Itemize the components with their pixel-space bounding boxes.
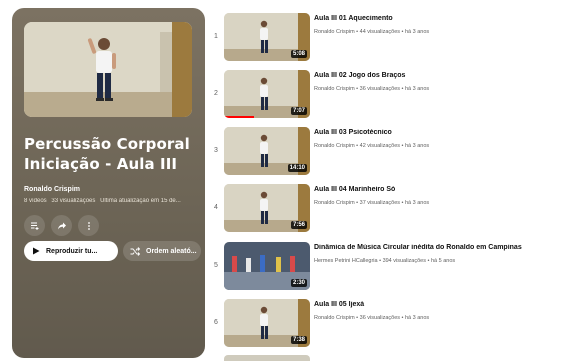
video-meta: Ronaldo Crispim37 visualizaçõeshá 3 anos	[314, 200, 562, 206]
playlist-title-line-2: Iniciação - Aula III	[24, 155, 178, 173]
video-channel[interactable]: Ronaldo Crispim	[314, 200, 355, 206]
video-duration: 7:38	[290, 336, 307, 344]
shuffle-icon	[130, 246, 141, 256]
video-channel[interactable]: Ronaldo Crispim	[314, 29, 355, 35]
video-channel[interactable]: Ronaldo Crispim	[314, 86, 355, 92]
video-duration: 7:07	[290, 107, 307, 115]
share-icon	[57, 222, 66, 229]
video-title[interactable]: Aula III 01 Aquecimento	[314, 15, 562, 22]
playlist-actions	[24, 215, 99, 236]
video-title[interactable]: Aula III 02 Jogo dos Braços	[314, 72, 562, 79]
playlist-title-line-1: Percussão Corporal	[24, 135, 190, 153]
video-meta: Hermes Petrini HCallegria394 visualizaçõ…	[314, 258, 562, 264]
watch-progress-bar	[224, 116, 255, 118]
video-age: há 3 anos	[400, 86, 429, 92]
video-meta: Ronaldo Crispim36 visualizaçõeshá 3 anos	[314, 86, 562, 92]
video-thumbnail[interactable]: 2:30	[224, 242, 310, 290]
video-thumbnail[interactable]: 7:56	[224, 184, 310, 232]
play-all-button[interactable]: Reproduzir tu...	[24, 241, 118, 261]
playlist-video-item[interactable]: 6 7:38 Aula III 05 Ijexá Ronaldo Crispim…	[208, 299, 565, 349]
video-index: 4	[214, 204, 218, 211]
video-duration: 14:10	[287, 164, 307, 172]
video-index: 5	[214, 262, 218, 269]
video-meta: Ronaldo Crispim42 visualizaçõeshá 3 anos	[314, 143, 562, 149]
play-all-label: Reproduzir tu...	[46, 247, 98, 255]
next-video-thumbnail-peek	[224, 355, 310, 361]
video-title[interactable]: Aula III 04 Marinheiro Só	[314, 186, 562, 193]
video-index: 3	[214, 147, 218, 154]
video-title[interactable]: Dinâmica de Música Circular inédita do R…	[314, 244, 562, 251]
video-views: 37 visualizações	[355, 200, 400, 206]
playlist-video-item[interactable]: 1 5:08 Aula III 01 Aquecimento Ronaldo C…	[208, 13, 565, 63]
video-duration: 7:56	[290, 221, 307, 229]
video-views: 42 visualizações	[355, 143, 400, 149]
video-thumbnail[interactable]: 7:07	[224, 70, 310, 118]
video-age: há 3 anos	[400, 315, 429, 321]
playlist-meta: 8 vídeos 33 visualizações Última atualiz…	[24, 198, 202, 204]
video-views: 44 visualizações	[355, 29, 400, 35]
playlist-views: 33 visualizações	[51, 198, 96, 204]
video-duration: 2:30	[290, 279, 307, 287]
add-to-queue-icon	[30, 222, 38, 230]
share-button[interactable]	[51, 215, 72, 236]
playlist-video-count: 8 vídeos	[24, 198, 47, 204]
video-channel[interactable]: Hermes Petrini HCallegria	[314, 258, 378, 264]
video-title[interactable]: Aula III 03 Psicotécnico	[314, 129, 562, 136]
playlist-video-item[interactable]: 4 7:56 Aula III 04 Marinheiro Só Ronaldo…	[208, 184, 565, 234]
video-thumbnail[interactable]: 14:10	[224, 127, 310, 175]
video-meta: Ronaldo Crispim44 visualizaçõeshá 3 anos	[314, 29, 562, 35]
playlist-video-item[interactable]: 3 14:10 Aula III 03 Psicotécnico Ronaldo…	[208, 127, 565, 177]
video-index: 6	[214, 319, 218, 326]
video-age: há 3 anos	[400, 29, 429, 35]
cover-scene	[24, 22, 192, 117]
video-views: 36 visualizações	[355, 315, 400, 321]
shuffle-button[interactable]: Ordem aleató...	[123, 241, 201, 261]
video-views: 36 visualizações	[355, 86, 400, 92]
playlist-video-item[interactable]: 5 2:30 Dinâmica de Música Circular inédi…	[208, 242, 565, 292]
video-age: há 5 anos	[426, 258, 455, 264]
video-title[interactable]: Aula III 05 Ijexá	[314, 301, 562, 308]
video-thumbnail[interactable]: 5:08	[224, 13, 310, 61]
video-age: há 3 anos	[400, 200, 429, 206]
playlist-video-item[interactable]: 2 7:07 Aula III 02 Jogo dos Braços Ronal…	[208, 70, 565, 120]
playlist-owner-link[interactable]: Ronaldo Crispim	[24, 186, 80, 193]
video-index: 1	[214, 33, 218, 40]
video-age: há 3 anos	[400, 143, 429, 149]
video-duration: 5:08	[290, 50, 307, 58]
playlist-updated: Última atualização em 15 de...	[100, 198, 181, 204]
video-thumbnail[interactable]: 7:38	[224, 299, 310, 347]
shuffle-label: Ordem aleató...	[146, 247, 197, 255]
playlist-cover-image[interactable]	[24, 22, 192, 117]
more-options-button[interactable]	[78, 215, 99, 236]
video-index: 2	[214, 90, 218, 97]
playlist-header: Percussão Corporal Iniciação - Aula III …	[12, 8, 205, 358]
playlist-title: Percussão Corporal Iniciação - Aula III	[24, 134, 199, 174]
video-views: 394 visualizações	[378, 258, 426, 264]
video-channel[interactable]: Ronaldo Crispim	[314, 143, 355, 149]
add-to-queue-button[interactable]	[24, 215, 45, 236]
play-icon	[33, 247, 40, 255]
more-vert-icon	[87, 221, 90, 230]
video-meta: Ronaldo Crispim36 visualizaçõeshá 3 anos	[314, 315, 562, 321]
video-channel[interactable]: Ronaldo Crispim	[314, 315, 355, 321]
